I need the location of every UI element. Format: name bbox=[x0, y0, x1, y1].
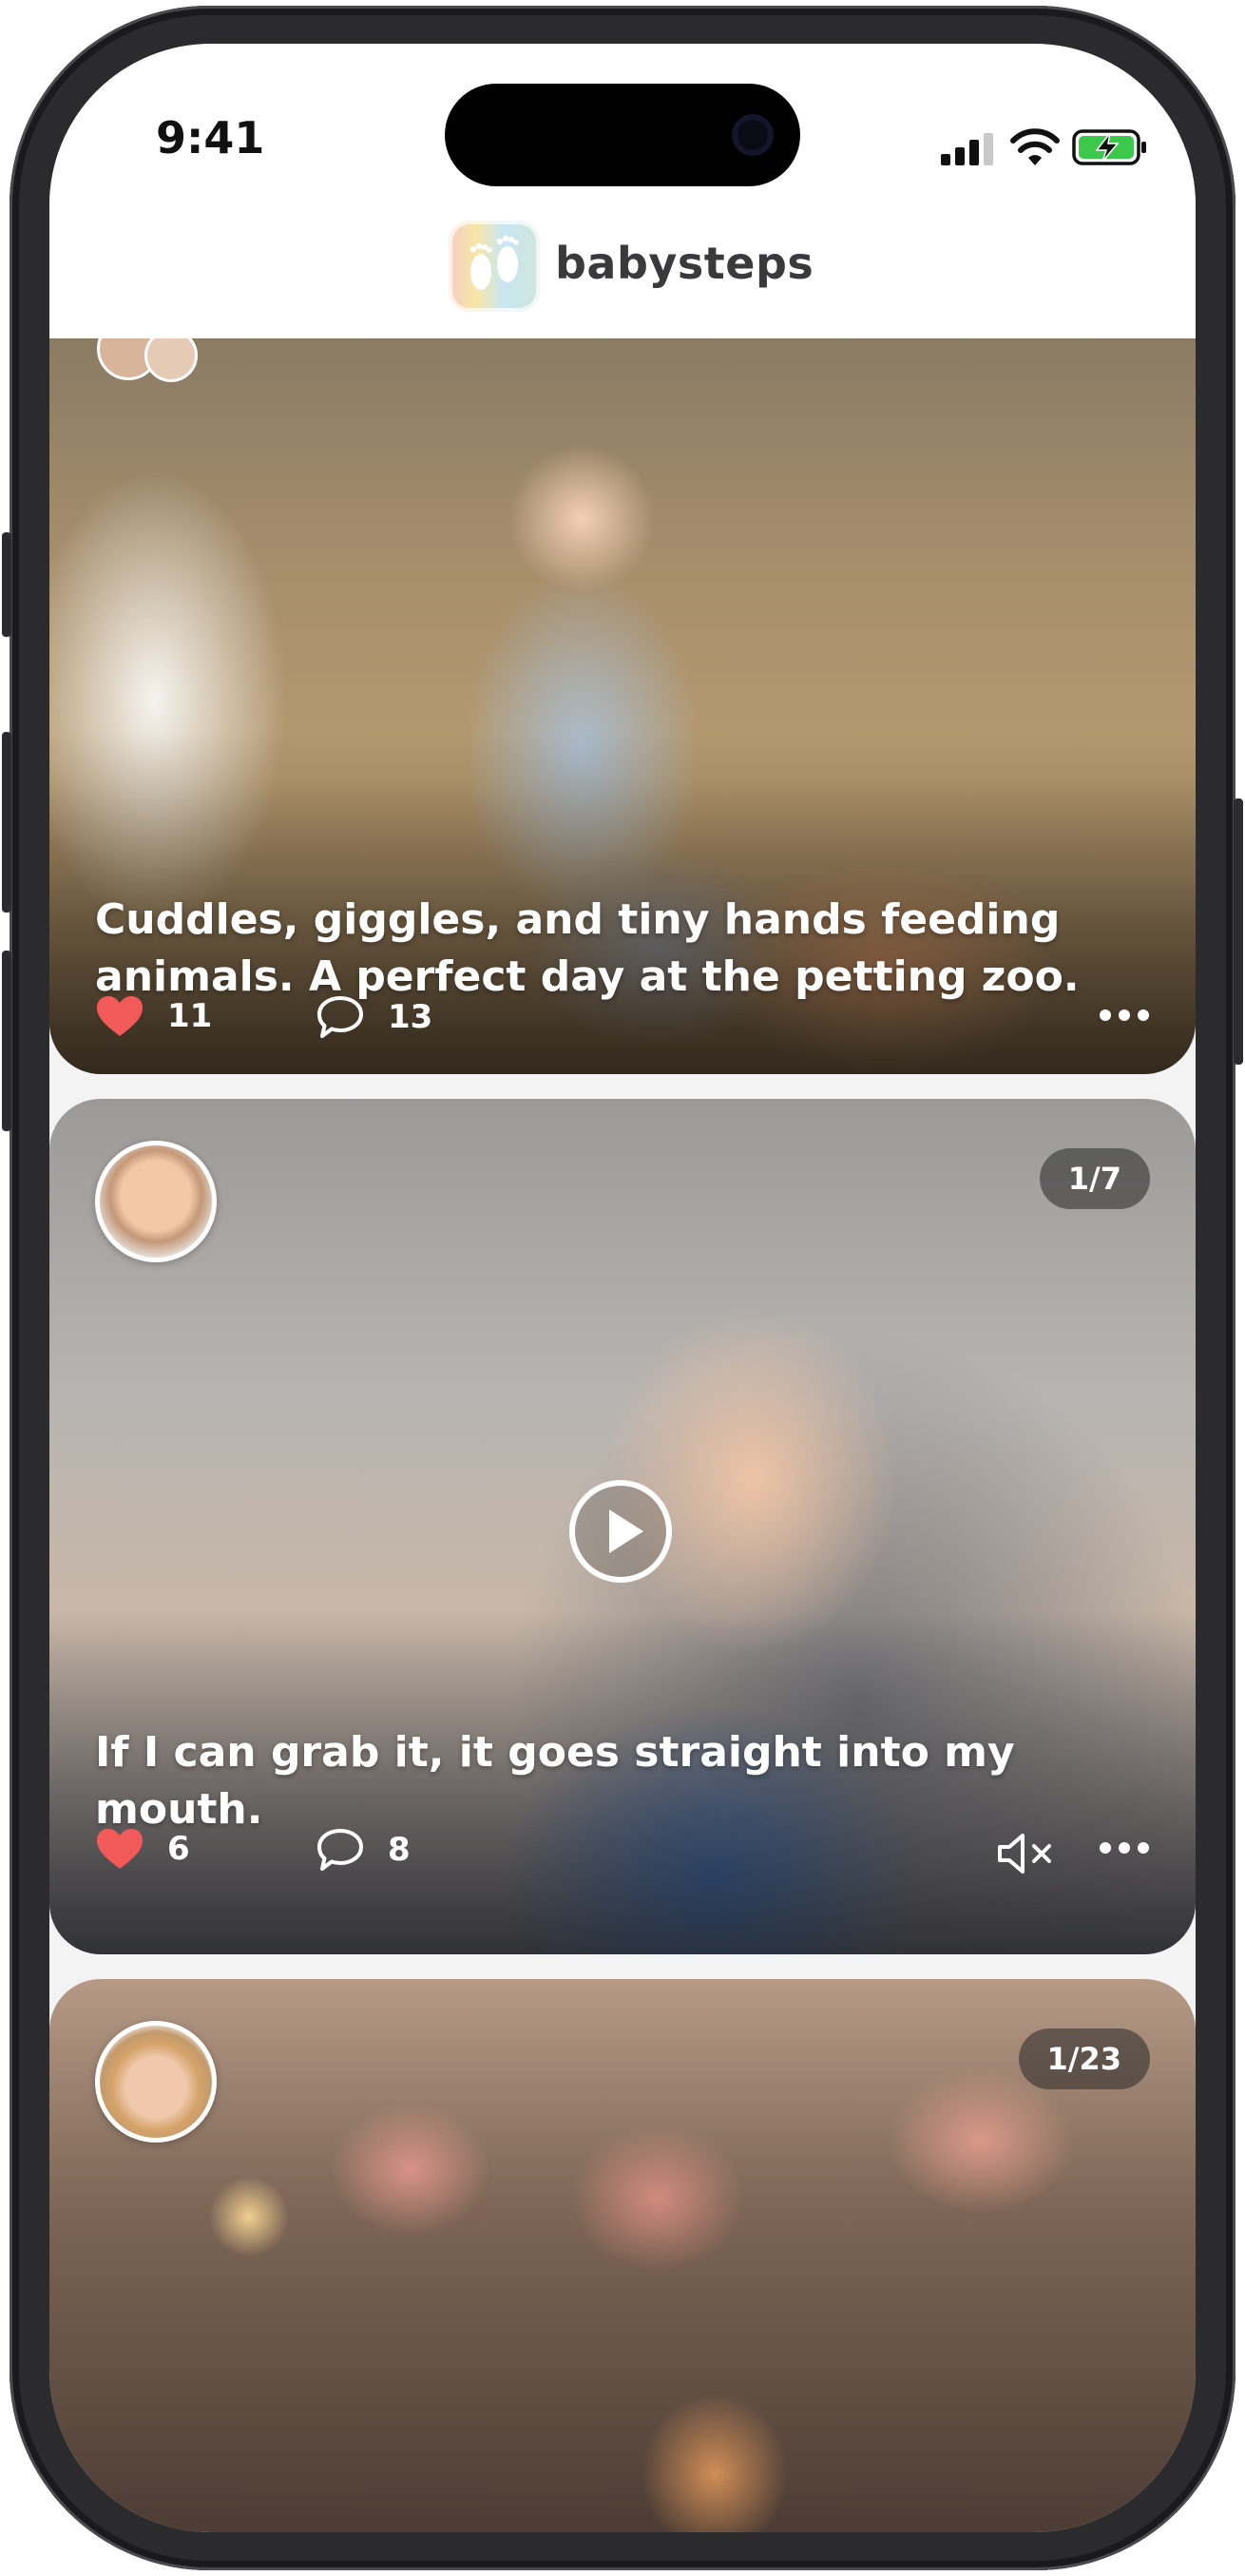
comment-bubble-icon bbox=[317, 1829, 363, 1871]
more-dots-icon[interactable] bbox=[1099, 1836, 1150, 1859]
feed-post[interactable]: Cuddles, giggles, and tiny hands feeding… bbox=[49, 338, 1196, 1074]
like-button[interactable]: 6 bbox=[95, 1827, 190, 1871]
like-count: 11 bbox=[167, 997, 213, 1035]
screen: 9:41 babysteps Cuddles, giggles, and tin… bbox=[49, 44, 1196, 2532]
camera-icon bbox=[732, 114, 774, 156]
comment-count: 13 bbox=[388, 998, 433, 1036]
volume-down-button bbox=[2, 951, 11, 1131]
post-actions: 11 13 bbox=[95, 994, 1150, 1048]
comment-button[interactable]: 13 bbox=[316, 994, 432, 1040]
speaker-muted-icon[interactable] bbox=[996, 1831, 1055, 1876]
status-time: 9:41 bbox=[156, 112, 265, 163]
media-counter: 1/7 bbox=[1039, 1148, 1150, 1209]
play-icon[interactable] bbox=[568, 1479, 673, 1584]
comment-count: 8 bbox=[388, 1831, 411, 1869]
post-caption: If I can grab it, it goes straight into … bbox=[95, 1728, 1015, 1834]
post-actions: 6 8 bbox=[95, 1827, 1150, 1880]
comment-button[interactable]: 8 bbox=[316, 1827, 411, 1873]
post-author-avatar[interactable] bbox=[95, 1141, 217, 1262]
cellular-signal-icon bbox=[941, 133, 993, 165]
more-dots-icon[interactable] bbox=[1099, 1004, 1150, 1027]
wifi-icon bbox=[1010, 128, 1060, 165]
heart-icon bbox=[97, 1829, 143, 1869]
feed-post[interactable]: 1/23 bbox=[49, 1979, 1196, 2532]
media-counter: 1/23 bbox=[1018, 2028, 1150, 2089]
heart-icon bbox=[97, 996, 143, 1036]
post-caption: Cuddles, giggles, and tiny hands feeding… bbox=[95, 895, 1080, 1001]
volume-up-button bbox=[2, 732, 11, 913]
like-button[interactable]: 11 bbox=[95, 994, 212, 1038]
babysteps-logo[interactable] bbox=[449, 221, 540, 312]
post-avatar-partial-secondary bbox=[144, 338, 198, 382]
like-count: 6 bbox=[167, 1830, 190, 1868]
feed-post[interactable]: 1/7 If I can grab it, it goes straight i… bbox=[49, 1099, 1196, 1954]
post-author-avatar[interactable] bbox=[95, 2021, 217, 2143]
action-button bbox=[2, 532, 11, 637]
status-bar: 9:41 bbox=[49, 44, 1196, 186]
battery-charging-icon bbox=[1072, 129, 1146, 165]
dynamic-island bbox=[445, 84, 800, 186]
comment-bubble-icon bbox=[317, 996, 363, 1038]
power-button bbox=[1234, 798, 1243, 1065]
footprints-icon bbox=[469, 235, 519, 290]
app-brand-name: babysteps bbox=[555, 238, 814, 289]
